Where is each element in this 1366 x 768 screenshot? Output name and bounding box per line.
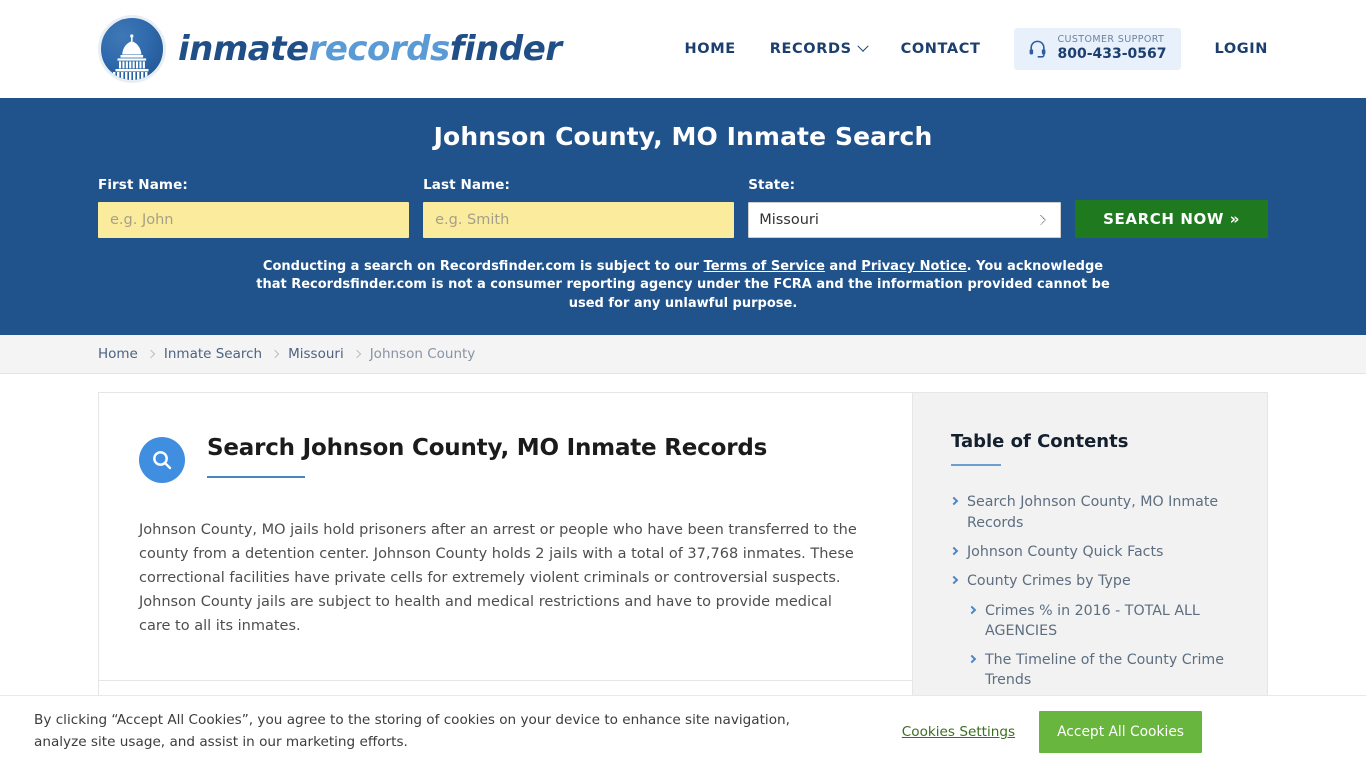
hero-search-section: Johnson County, MO Inmate Search First N… [0, 98, 1366, 336]
article-card: Search Johnson County, MO Inmate Records… [98, 392, 912, 707]
chevron-right-icon [967, 654, 977, 664]
chevron-right-icon [949, 576, 959, 585]
first-name-input[interactable] [98, 202, 410, 238]
last-name-label: Last Name: [423, 177, 511, 193]
last-name-field-group: Last Name: [423, 177, 735, 238]
cookies-settings-link[interactable]: Cookies Settings [902, 724, 1015, 740]
toc-item-crimes-percent-2016[interactable]: Crimes % in 2016 - TOTAL ALL AGENCIES [951, 601, 1235, 642]
toc-underline [951, 464, 1001, 467]
main-navigation: HOME RECORDS CONTACT CUSTOMER SUPPORT 80… [685, 28, 1268, 70]
search-form: First Name: Last Name: State: Missouri S… [98, 177, 1268, 238]
toc-item-label: The Timeline of the County Crime Trends [985, 652, 1224, 689]
first-name-label: First Name: [98, 177, 188, 193]
site-header: inmaterecordsfinder HOME RECORDS CONTACT… [0, 0, 1366, 98]
toc-list: Search Johnson County, MO Inmate Records… [949, 492, 1235, 691]
cookie-banner-text: By clicking “Accept All Cookies”, you ag… [34, 712, 790, 750]
state-field-group: State: Missouri [748, 177, 1062, 238]
chevron-right-icon [949, 546, 959, 556]
search-circle-icon [139, 437, 185, 484]
disclaimer-part-2: and [824, 259, 862, 274]
nav-item-home[interactable]: HOME [685, 41, 736, 57]
brand-word-inmate: inmate [178, 29, 309, 69]
chevron-right-icon [146, 350, 156, 359]
headset-icon [1028, 39, 1047, 59]
search-disclaimer: Conducting a search on Recordsfinder.com… [253, 258, 1113, 313]
cookie-banner-actions: Cookies Settings Accept All Cookies [902, 711, 1202, 753]
privacy-notice-link[interactable]: Privacy Notice [861, 259, 966, 274]
nav-records-label: RECORDS [769, 40, 852, 57]
nav-item-login[interactable]: LOGIN [1215, 41, 1268, 57]
page-title: Search Johnson County, MO Inmate Records [207, 435, 768, 462]
chevron-down-icon [856, 40, 869, 52]
article-body-text: Johnson County, MO jails hold prisoners … [139, 522, 857, 635]
chevron-right-icon [270, 350, 280, 359]
hero-title: Johnson County, MO Inmate Search [433, 122, 933, 151]
support-phone-number: 800-433-0567 [1057, 46, 1167, 63]
chevron-right-icon [352, 350, 361, 359]
brand-logo[interactable]: inmaterecordsfinder [98, 15, 562, 83]
breadcrumb-item-home[interactable]: Home [98, 346, 138, 362]
chevron-right-icon [967, 605, 977, 614]
nav-item-contact[interactable]: CONTACT [901, 41, 981, 57]
chevron-right-icon [949, 497, 959, 506]
state-select[interactable]: Missouri [748, 202, 1062, 238]
first-name-field-group: First Name: [98, 177, 410, 238]
breadcrumb-item-johnson-county: Johnson County [369, 346, 476, 363]
title-underline [207, 475, 305, 478]
breadcrumb-item-inmate-search[interactable]: Inmate Search [164, 346, 262, 362]
support-text: CUSTOMER SUPPORT 800-433-0567 [1057, 34, 1167, 63]
capitol-dome-icon [98, 15, 166, 83]
content-divider [99, 680, 912, 682]
nav-item-records[interactable]: RECORDS [769, 40, 869, 57]
toc-item-label: County Crimes by Type [967, 573, 1131, 590]
table-of-contents-panel: Table of Contents Search Johnson County,… [912, 392, 1268, 707]
cookie-consent-banner: By clicking “Accept All Cookies”, you ag… [0, 695, 1366, 768]
search-now-button[interactable]: SEARCH NOW » [1075, 200, 1268, 238]
brand-word-finder: finder [449, 29, 562, 69]
state-label: State: [748, 177, 796, 193]
breadcrumb: Home Inmate Search Missouri Johnson Coun… [0, 335, 1366, 375]
disclaimer-part-1: Conducting a search on Recordsfinder.com… [262, 259, 704, 274]
brand-word-records: records [308, 29, 451, 69]
toc-item-crime-trends-timeline[interactable]: The Timeline of the County Crime Trends [951, 650, 1235, 691]
article-title-block: Search Johnson County, MO Inmate Records [207, 435, 767, 478]
toc-item-search-records[interactable]: Search Johnson County, MO Inmate Records [949, 492, 1235, 533]
last-name-input[interactable] [423, 202, 735, 238]
toc-item-label: Search Johnson County, MO Inmate Records [967, 494, 1219, 531]
toc-item-label: Crimes % in 2016 - TOTAL ALL AGENCIES [985, 602, 1200, 639]
page-content: Search Johnson County, MO Inmate Records… [0, 374, 1366, 707]
toc-item-label: Johnson County Quick Facts [967, 543, 1164, 560]
article-header: Search Johnson County, MO Inmate Records [139, 435, 868, 484]
toc-item-county-crimes-by-type[interactable]: County Crimes by Type [949, 571, 1235, 591]
customer-support-badge[interactable]: CUSTOMER SUPPORT 800-433-0567 [1014, 28, 1181, 70]
breadcrumb-item-missouri[interactable]: Missouri [288, 346, 344, 362]
toc-item-quick-facts[interactable]: Johnson County Quick Facts [949, 542, 1235, 562]
support-label: CUSTOMER SUPPORT [1057, 34, 1165, 46]
toc-title: Table of Contents [951, 431, 1129, 453]
brand-wordmark: inmaterecordsfinder [178, 29, 562, 69]
accept-all-cookies-button[interactable]: Accept All Cookies [1039, 711, 1202, 753]
terms-of-service-link[interactable]: Terms of Service [704, 259, 825, 274]
